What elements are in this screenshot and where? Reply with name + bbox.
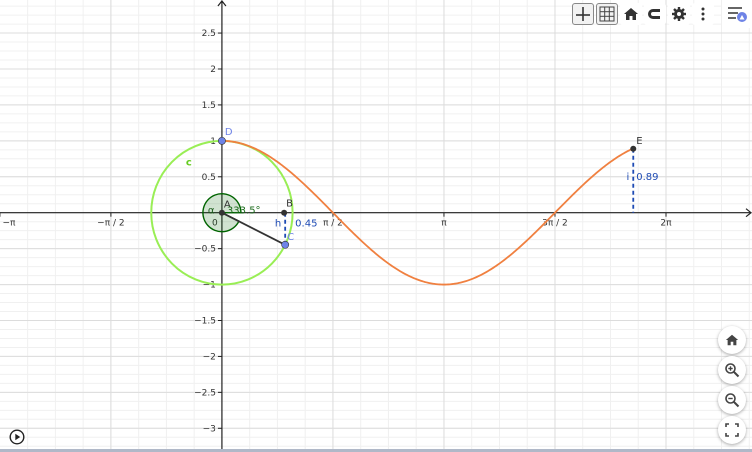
home-icon: [624, 8, 638, 20]
point-d: [218, 136, 226, 145]
point-b-label: B: [286, 199, 293, 210]
y-tick-label: −2.5: [194, 388, 216, 398]
y-tick-label: 2.5: [202, 29, 216, 39]
segment-h-name: h: [275, 219, 281, 230]
settings-button[interactable]: [668, 3, 690, 25]
magnet-icon: [648, 9, 660, 19]
y-tick-label: −1.5: [194, 316, 216, 326]
y-tick-label: −0.5: [194, 245, 216, 255]
x-tick-label: 3π / 2: [542, 219, 568, 229]
style-toolbar: [572, 2, 722, 26]
point-e-label: E: [636, 136, 642, 147]
standard-view-button[interactable]: [620, 3, 642, 25]
segment-i-name: i: [626, 172, 629, 183]
axes-icon: [576, 7, 590, 21]
fullscreen-icon: [725, 423, 739, 437]
home-icon: [725, 334, 739, 346]
y-tick-label: 1.5: [202, 101, 216, 111]
more-options-button[interactable]: [692, 3, 714, 25]
x-tick-label: −π / 2: [97, 219, 124, 229]
zoom-out-icon: [725, 393, 740, 408]
y-tick-label: 0.5: [202, 173, 216, 183]
x-tick-label: 2π: [660, 219, 672, 229]
zoom-out-button[interactable]: [718, 386, 746, 414]
point-c-label: C: [287, 232, 294, 243]
circle-label: c: [186, 158, 192, 169]
angle-name-label: α: [208, 206, 215, 217]
zoom-in-button[interactable]: [718, 356, 746, 384]
zoom-in-icon: [725, 363, 740, 378]
play-icon: [9, 429, 25, 445]
segment-i-value: 0.89: [636, 172, 658, 183]
toggle-axes-button[interactable]: [572, 3, 594, 25]
axis-tick-labels: −π −π / 20π / 2 π 3π / 2 2π2.521.510.5−0.5−1…: [3, 29, 673, 434]
standard-view-zoom-button[interactable]: [718, 326, 746, 354]
play-animation-button[interactable]: [9, 429, 25, 445]
point-d-label: D: [225, 127, 233, 138]
menu-icon: [728, 7, 747, 22]
fullscreen-button[interactable]: [718, 416, 746, 444]
y-tick-label: −2: [203, 352, 216, 362]
point-capturing-button[interactable]: [644, 3, 666, 25]
graphics-view[interactable]: −π −π / 20π / 2 π 3π / 2 2π2.521.510.5−0.5−1…: [0, 0, 752, 452]
point-b: [281, 209, 288, 216]
segment-h-value: 0.45: [295, 219, 317, 230]
kebab-icon: [701, 7, 705, 21]
gear-icon: [672, 7, 686, 21]
main-menu-button[interactable]: [722, 0, 752, 28]
grid-icon: [599, 6, 615, 22]
toggle-grid-button[interactable]: [596, 3, 618, 25]
angle-value-label: 333.5°: [227, 206, 261, 217]
y-tick-label: 2: [210, 65, 216, 75]
y-tick-label: −3: [203, 424, 216, 434]
x-tick-label: −π: [3, 219, 17, 229]
x-tick-label: π: [441, 219, 447, 229]
